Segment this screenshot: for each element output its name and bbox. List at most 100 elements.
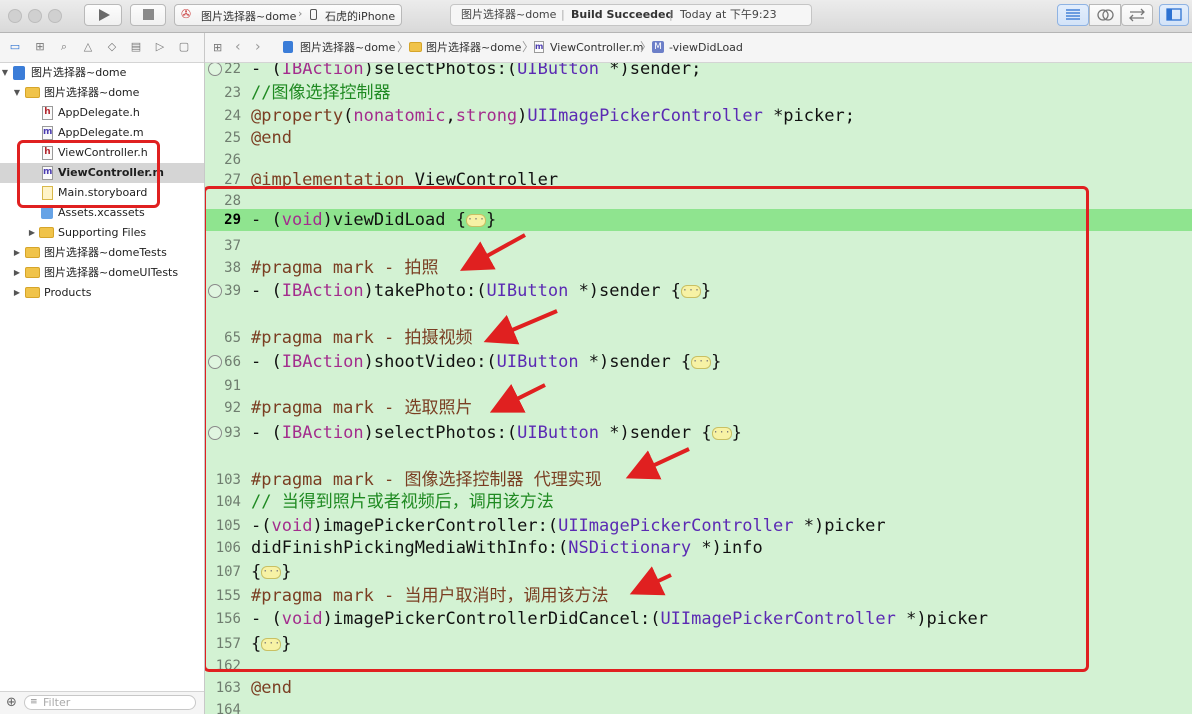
disclosure-closed-icon[interactable]: ▶ [27,223,37,243]
run-button[interactable] [84,4,122,26]
hierarchy-icon[interactable]: ⊞ [33,40,47,54]
add-icon[interactable]: ⊕ [6,695,17,710]
forward-icon[interactable]: › [255,33,261,62]
code-line[interactable]: 156 - (void)imagePickerControllerDidCance… [205,608,1192,630]
assistant-editor-button[interactable] [1089,4,1121,26]
stop-icon [143,9,154,20]
tree-item-label: AppDelegate.h [58,106,140,119]
tree-item-viewcontroller-m[interactable]: m ViewController.m [0,163,204,183]
tree-item-label: 图片选择器~domeTests [44,246,167,259]
test-icon[interactable]: ◇ [105,40,119,54]
tree-item-label: Assets.xcassets [58,206,145,219]
minimize-window-button[interactable] [28,9,42,23]
code-line[interactable] [205,305,1192,327]
code-line[interactable]: 22 - (IBAction)selectPhotos:(UIButton *)s… [205,63,1192,80]
tree-item-viewcontroller-h[interactable]: h ViewController.h [0,143,204,163]
disclosure-closed-icon[interactable]: ▶ [12,283,22,303]
code-line[interactable] [205,447,1192,469]
line-number: 106 [215,540,241,556]
code-line[interactable]: 104 // 当得到照片或者视频后，调用该方法 [205,491,1192,513]
back-icon[interactable]: ‹ [235,33,241,62]
tree-item-tests[interactable]: ▶ 图片选择器~domeTests [0,243,204,263]
code-line[interactable]: 38 #pragma mark - 拍照 [205,257,1192,279]
code-line[interactable]: 39 - (IBAction)takePhoto:(UIButton *)send… [205,280,1192,302]
line-number: 103 [215,472,241,488]
debug-icon[interactable]: ▤ [129,40,143,54]
code-line[interactable]: 66 - (IBAction)shootVideo:(UIButton *)sen… [205,351,1192,373]
filter-input[interactable]: ≡ Filter [24,695,196,710]
line-number: 22 [224,63,241,77]
code-line[interactable]: 27 @implementation ViewController [205,169,1192,191]
line-number: 24 [224,108,241,124]
zoom-window-button[interactable] [48,9,62,23]
folded-code-icon[interactable]: ··· [711,426,732,440]
tree-item-uitests[interactable]: ▶ 图片选择器~domeUITests [0,263,204,283]
folded-code-icon[interactable]: ··· [261,565,282,579]
disclosure-closed-icon[interactable]: ▶ [12,243,22,263]
code-line[interactable]: 157 {···} [205,633,1192,655]
code-line[interactable]: 25 @end [205,127,1192,149]
current-code-line[interactable]: 29 - (void)viewDidLoad {···} [205,209,1192,231]
search-icon[interactable]: ⌕ [57,40,71,54]
warning-icon[interactable]: △ [81,40,95,54]
tree-item-supporting-files[interactable]: ▶ Supporting Files [0,223,204,243]
tree-item-appdelegate-h[interactable]: h AppDelegate.h [0,103,204,123]
breadcrumb-label: 图片选择器~dome [300,41,396,54]
code-line[interactable]: 162 [205,655,1192,677]
tree-item-label: Products [44,286,92,299]
disclosure-closed-icon[interactable]: ▶ [12,263,22,283]
code-line[interactable]: 105 -(void)imagePickerController:(UIImage… [205,515,1192,537]
code-line[interactable]: 164 [205,699,1192,714]
folder-icon[interactable]: ▭ [8,40,22,54]
breakpoint-icon[interactable]: ▷ [153,40,167,54]
source-editor[interactable]: 22 - (IBAction)selectPhotos:(UIButton *)s… [205,63,1192,714]
navigator-filter-bar: ⊕ ≡ Filter [0,691,204,714]
close-window-button[interactable] [8,9,22,23]
folded-code-icon[interactable]: ··· [680,284,701,298]
code-line[interactable]: 107 {···} [205,561,1192,583]
code-text: #pragma mark - 拍照 [251,258,439,278]
code-line[interactable]: 92 #pragma mark - 选取照片 [205,397,1192,419]
standard-editor-button[interactable] [1057,4,1089,26]
code-text: - (IBAction)shootVideo:(UIButton *)sende… [251,352,722,372]
stop-button[interactable] [130,4,166,26]
folded-code-icon[interactable]: ··· [465,213,486,227]
folder-icon [25,267,40,278]
line-number: 38 [224,260,241,276]
chevron-right-icon: › [298,7,303,20]
code-line[interactable]: 37 [205,235,1192,257]
tree-item-assets[interactable]: Assets.xcassets [0,203,204,223]
code-line[interactable]: 103 #pragma mark - 图像选择控制器 代理实现 [205,469,1192,491]
disclosure-open-icon[interactable]: ▼ [0,63,10,83]
code-line[interactable]: 24 @property(nonatomic,strong)UIImagePick… [205,105,1192,127]
folded-code-icon[interactable]: ··· [691,355,712,369]
code-text: {···} [251,634,292,654]
code-line[interactable]: 65 #pragma mark - 拍摄视频 [205,327,1192,349]
folder-icon [25,247,40,258]
tree-item-project[interactable]: ▼ 图片选择器~dome [0,63,204,83]
code-text: - (IBAction)selectPhotos:(UIButton *)sen… [251,423,742,443]
tree-item-group-dome[interactable]: ▼ 图片选择器~dome [0,83,204,103]
version-editor-button[interactable] [1121,4,1153,26]
line-number: 157 [215,636,241,652]
code-line[interactable]: 155 #pragma mark - 当用户取消时，调用该方法 [205,585,1192,607]
scheme-name: 图片选择器~dome [201,10,297,23]
navigator-toggle-button[interactable] [1159,4,1189,26]
code-line[interactable]: 106 didFinishPickingMediaWithInfo:(NSDict… [205,537,1192,559]
code-line[interactable]: 23 //图像选择控制器 [205,82,1192,104]
code-line[interactable]: 163 @end [205,677,1192,699]
line-number: 93 [224,425,241,441]
scheme-selector[interactable]: ✇ 图片选择器~dome › 石虎的iPhone [174,4,402,26]
disclosure-open-icon[interactable]: ▼ [12,83,22,103]
code-line[interactable]: 91 [205,375,1192,397]
tree-item-appdelegate-m[interactable]: m AppDelegate.m [0,123,204,143]
folded-code-icon[interactable]: ··· [261,637,282,651]
line-number: 107 [215,564,241,580]
code-text: - (void)viewDidLoad {···} [251,210,497,230]
tree-item-products[interactable]: ▶ Products [0,283,204,303]
report-icon[interactable]: ▢ [177,40,191,54]
code-line[interactable]: 93 - (IBAction)selectPhotos:(UIButton *)s… [205,422,1192,444]
code-line[interactable]: 26 [205,149,1192,171]
related-items-icon[interactable]: ⊞ [213,33,222,62]
tree-item-main-storyboard[interactable]: Main.storyboard [0,183,204,203]
